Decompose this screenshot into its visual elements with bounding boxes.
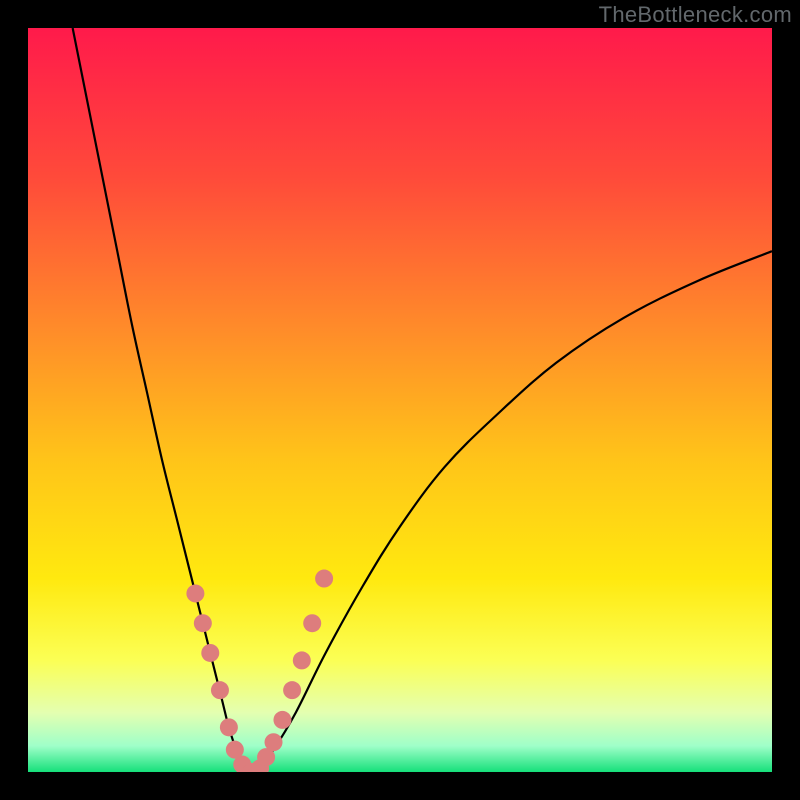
highlight-dot xyxy=(186,584,204,602)
chart-stage: TheBottleneck.com xyxy=(0,0,800,800)
highlight-dot xyxy=(211,681,229,699)
highlight-dot xyxy=(315,570,333,588)
highlight-dot xyxy=(220,718,238,736)
highlight-dot xyxy=(265,733,283,751)
highlight-dot xyxy=(273,711,291,729)
highlight-dot-group xyxy=(186,570,333,772)
highlight-dot xyxy=(194,614,212,632)
chart-svg xyxy=(28,28,772,772)
watermark-text: TheBottleneck.com xyxy=(599,2,792,28)
highlight-dot xyxy=(303,614,321,632)
plot-area xyxy=(28,28,772,772)
highlight-dot xyxy=(293,651,311,669)
highlight-dot xyxy=(283,681,301,699)
highlight-dot xyxy=(201,644,219,662)
bottleneck-curve xyxy=(73,28,772,772)
